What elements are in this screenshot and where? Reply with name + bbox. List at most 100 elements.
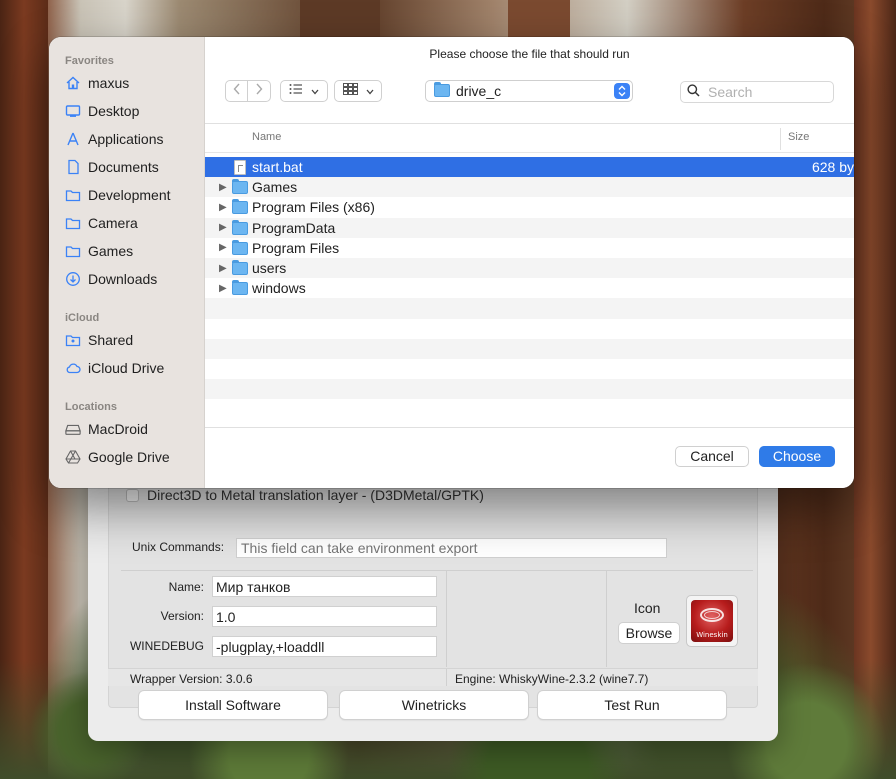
- divider: [121, 570, 753, 571]
- folder-row-windows[interactable]: ▶ windows: [205, 278, 854, 298]
- folder-icon: [65, 215, 81, 231]
- desktop-icon: [65, 103, 81, 119]
- choose-button[interactable]: Choose: [759, 446, 835, 467]
- empty-row: [205, 379, 854, 400]
- folder-row-programdata[interactable]: ▶ ProgramData: [205, 217, 854, 238]
- folder-icon: [232, 179, 248, 195]
- sidebar-item-label: Documents: [88, 159, 159, 175]
- downloads-icon: [65, 271, 81, 287]
- winedebug-label: WINEDEBUG: [129, 639, 204, 653]
- sidebar-item-desktop[interactable]: Desktop: [65, 101, 139, 121]
- empty-row: [205, 319, 854, 339]
- file-chooser-dialog: Favorites maxus Desktop Applications Doc…: [49, 37, 854, 488]
- browse-button[interactable]: Browse: [618, 622, 680, 644]
- folder-icon: [232, 239, 248, 255]
- winetricks-button[interactable]: Winetricks: [339, 690, 529, 720]
- empty-row: [205, 298, 854, 319]
- grid-icon: [342, 82, 358, 100]
- sidebar-item-label: Desktop: [88, 103, 140, 119]
- winedebug-input[interactable]: -plugplay,+loaddll: [212, 636, 437, 657]
- sidebar-item-maxus[interactable]: maxus: [65, 73, 129, 93]
- grid-view-button[interactable]: [334, 80, 382, 102]
- sidebar-item-label: Downloads: [88, 271, 158, 287]
- search-field[interactable]: Search: [680, 81, 834, 103]
- column-separator[interactable]: [780, 128, 781, 150]
- folder-row-users[interactable]: ▶ users: [205, 257, 854, 279]
- file-name: ProgramData: [252, 219, 336, 236]
- status-bar: Wrapper Version: 3.0.6 Engine: WhiskyWin…: [108, 668, 758, 686]
- file-name: Games: [252, 179, 298, 196]
- file-name: windows: [252, 280, 306, 297]
- column-header-name[interactable]: Name: [252, 131, 281, 143]
- folder-icon: [232, 260, 248, 276]
- sidebar-item-google-drive[interactable]: Google Drive: [65, 447, 170, 467]
- chevron-right-icon: [255, 82, 263, 100]
- file-row-start-bat[interactable]: start.bat 628 by: [205, 157, 854, 178]
- folder-row-program-files[interactable]: ▶ Program Files: [205, 238, 854, 258]
- file-browser: Please choose the file that should run d…: [205, 37, 854, 488]
- disclosure-triangle-icon[interactable]: ▶: [219, 222, 229, 233]
- icon-label: Icon: [634, 600, 661, 616]
- sidebar-item-icloud-drive[interactable]: iCloud Drive: [65, 358, 164, 378]
- install-software-button[interactable]: Install Software: [138, 690, 328, 720]
- sidebar: Favorites maxus Desktop Applications Doc…: [49, 37, 205, 488]
- sidebar-item-label: Applications: [88, 131, 164, 147]
- updown-stepper-icon: [614, 83, 630, 99]
- folder-icon: [65, 243, 81, 259]
- folder-icon: [434, 82, 450, 99]
- disclosure-triangle-icon[interactable]: ▶: [219, 182, 229, 193]
- test-run-button[interactable]: Test Run: [537, 690, 727, 720]
- unix-commands-input[interactable]: [236, 538, 667, 558]
- file-list: start.bat 628 by ▶ Games ▶ Program Files…: [205, 157, 854, 419]
- path-label: drive_c: [456, 83, 502, 99]
- name-input[interactable]: Мир танков: [212, 576, 437, 597]
- shared-folder-icon: [65, 332, 81, 348]
- sidebar-item-documents[interactable]: Documents: [65, 157, 159, 177]
- background-tree-trunk: [508, 0, 570, 40]
- sidebar-item-development[interactable]: Development: [65, 185, 171, 205]
- sidebar-item-label: Development: [88, 187, 171, 203]
- disclosure-triangle-icon[interactable]: ▶: [219, 283, 229, 294]
- disclosure-triangle-icon[interactable]: ▶: [219, 242, 229, 253]
- sidebar-item-applications[interactable]: Applications: [65, 129, 164, 149]
- sidebar-item-downloads[interactable]: Downloads: [65, 269, 157, 289]
- sidebar-item-camera[interactable]: Camera: [65, 213, 138, 233]
- d3dmetal-label: Direct3D to Metal translation layer - (D…: [147, 487, 484, 503]
- empty-row: [205, 338, 854, 359]
- file-name: Program Files (x86): [252, 199, 375, 216]
- d3dmetal-checkbox[interactable]: [126, 488, 139, 502]
- sidebar-item-label: Games: [88, 243, 134, 259]
- folder-row-program-files-x86[interactable]: ▶ Program Files (x86): [205, 197, 854, 217]
- disclosure-triangle-icon[interactable]: ▶: [219, 202, 229, 213]
- list-view-button[interactable]: [280, 80, 328, 102]
- back-button[interactable]: [226, 81, 249, 101]
- empty-row: [205, 399, 854, 419]
- cloud-icon: [65, 360, 81, 376]
- sidebar-item-shared[interactable]: Shared: [65, 330, 133, 350]
- applications-icon: [65, 131, 81, 147]
- version-input[interactable]: 1.0: [212, 606, 437, 627]
- file-size: 628 by: [811, 159, 854, 176]
- sidebar-item-macdroid[interactable]: MacDroid: [65, 419, 148, 439]
- d3dmetal-option[interactable]: Direct3D to Metal translation layer - (D…: [126, 487, 484, 503]
- divider: [205, 427, 854, 428]
- folder-row-games[interactable]: ▶ Games: [205, 177, 854, 198]
- forward-button[interactable]: [248, 81, 270, 101]
- sidebar-item-label: Camera: [88, 215, 138, 231]
- chevron-left-icon: [233, 82, 241, 100]
- cancel-button[interactable]: Cancel: [675, 446, 749, 467]
- column-header-size[interactable]: Size: [788, 131, 809, 143]
- file-name: start.bat: [252, 159, 303, 176]
- search-icon: [687, 84, 700, 100]
- disclosure-triangle-icon[interactable]: ▶: [219, 263, 229, 274]
- folder-icon: [232, 219, 248, 235]
- chevron-down-icon: [311, 82, 319, 100]
- sidebar-section-favorites: Favorites: [65, 55, 114, 67]
- divider: [446, 571, 447, 667]
- sidebar-item-games[interactable]: Games: [65, 241, 133, 261]
- app-icon-well[interactable]: Wineskin: [686, 595, 738, 647]
- batch-file-icon: [232, 160, 248, 176]
- folder-icon: [232, 280, 248, 296]
- sidebar-section-locations: Locations: [65, 401, 117, 413]
- path-popup-button[interactable]: drive_c: [425, 80, 633, 102]
